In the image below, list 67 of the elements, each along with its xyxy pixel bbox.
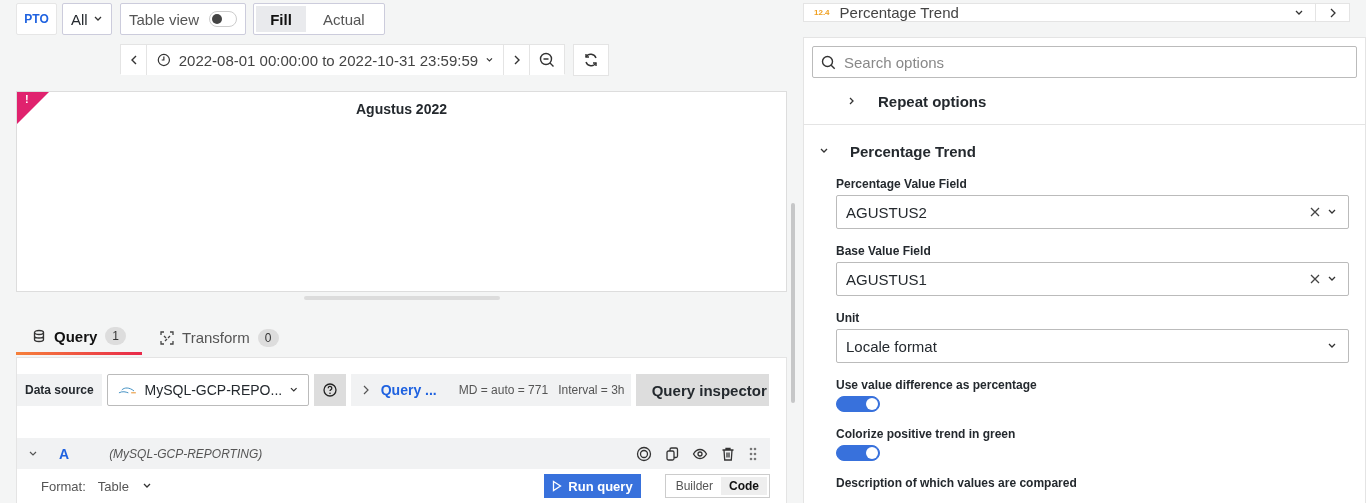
panel-title: Agustus 2022 (354, 101, 448, 117)
query-source: (MySQL-GCP-REPORTING) (109, 446, 263, 461)
scrollbar[interactable] (791, 203, 795, 403)
chevron-down-icon (1328, 209, 1336, 215)
chevron-down-icon (1328, 343, 1336, 349)
chevron-left-icon (129, 55, 138, 65)
refresh-icon (583, 52, 599, 68)
search-icon (821, 55, 836, 70)
chevron-down-icon (486, 57, 493, 63)
circle-icon[interactable] (636, 445, 652, 462)
variable-dropdown[interactable]: All (62, 3, 112, 35)
search-field[interactable]: Search options (812, 46, 1357, 78)
options-section-header[interactable]: Percentage Trend (804, 125, 1365, 177)
transform-icon (160, 330, 175, 345)
clear-icon[interactable] (1310, 274, 1320, 284)
database-icon (32, 329, 46, 343)
refresh-button[interactable] (573, 44, 609, 76)
query-name[interactable]: A (59, 445, 70, 462)
chevron-down-icon (1295, 9, 1303, 16)
field-label: Use value difference as percentage (836, 378, 1038, 392)
visualization-logo: 12.4 (814, 8, 830, 17)
chevron-down-icon (290, 387, 298, 393)
table-view-toggle[interactable]: Table view (120, 3, 246, 35)
toggle-switch[interactable] (836, 396, 880, 412)
copy-icon[interactable] (664, 445, 680, 462)
select-field[interactable]: AGUSTUS2 (836, 195, 1349, 229)
query-options-bar[interactable]: Query ... MD = auto = 771 Interval = 3h (350, 374, 631, 406)
clock-icon (157, 52, 171, 68)
previous-range-button[interactable] (121, 45, 147, 75)
database-logo-icon (117, 385, 137, 395)
time-range-picker[interactable]: 2022-08-01 00:00:00 to 2022-10-31 23:59:59 (147, 45, 504, 75)
resize-handle[interactable] (303, 296, 500, 301)
field-label: Percentage Value Field (836, 177, 968, 191)
play-icon (552, 480, 563, 492)
format-dropdown[interactable]: Table (97, 478, 151, 494)
data-source-label: Data source (17, 374, 102, 406)
zoom-out-icon (539, 52, 555, 68)
editor-tab[interactable]: Transform 0 (144, 320, 295, 355)
chevron-right-icon (1329, 7, 1336, 18)
chevron-down-icon (142, 483, 151, 489)
clear-icon[interactable] (1310, 207, 1320, 217)
editor-mode-option[interactable]: Code (721, 477, 767, 495)
error-corner: ! (17, 92, 49, 124)
fill-mode-option[interactable]: Fill (256, 6, 306, 32)
help-icon (322, 383, 337, 397)
select-field[interactable]: AGUSTUS1 (836, 262, 1349, 296)
help-button[interactable] (313, 374, 346, 406)
drag-handle-icon[interactable] (748, 445, 758, 462)
pto-button[interactable]: PTO (16, 3, 57, 35)
field-label: Unit (836, 311, 861, 325)
select-field[interactable]: Locale format (836, 329, 1349, 363)
run-query-button[interactable]: Run query (544, 474, 641, 498)
field-label: Description of which values are compared (836, 476, 1078, 490)
format-label: Format: (41, 478, 86, 494)
data-source-picker[interactable]: MySQL-GCP-REPO... (106, 374, 309, 406)
toggle-switch[interactable] (836, 445, 880, 461)
field-label: Colorize positive trend in green (836, 427, 1017, 441)
chevron-right-icon (362, 385, 369, 395)
collapse-icon[interactable] (29, 450, 37, 457)
options-section-header[interactable]: Repeat options (804, 78, 1365, 124)
chevron-down-icon (1328, 276, 1336, 282)
visualization-picker[interactable]: 12.4 Percentage Trend (803, 3, 1316, 22)
query-inspector-button[interactable]: Query inspector (635, 374, 769, 406)
trash-icon[interactable] (720, 445, 736, 462)
chevron-down-icon (93, 16, 102, 22)
chevron-right-icon (512, 55, 521, 65)
field-label: Base Value Field (836, 244, 932, 258)
